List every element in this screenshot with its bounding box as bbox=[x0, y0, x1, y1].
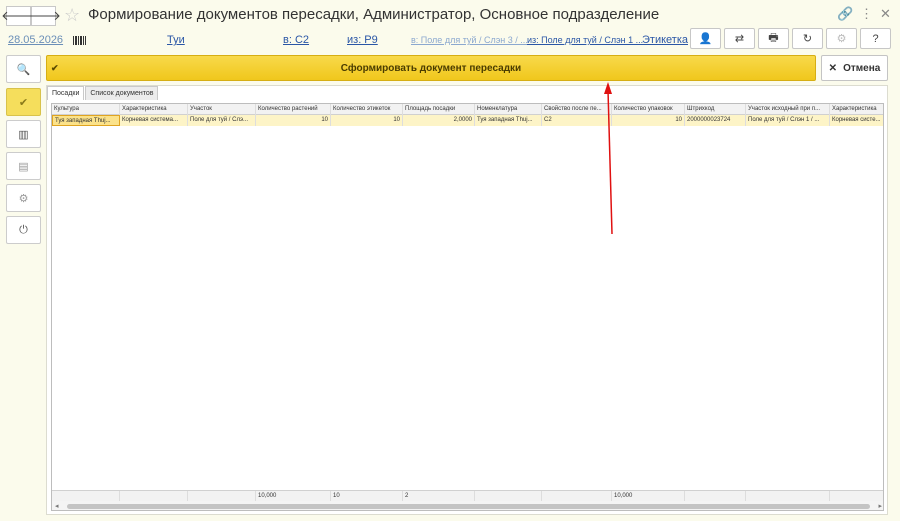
table-cell[interactable]: 10 bbox=[612, 115, 685, 126]
close-icon: ✕ bbox=[828, 62, 838, 74]
create-transplant-document-button[interactable]: ✔ Сформировать документ пересадки bbox=[46, 55, 816, 81]
confirm-button[interactable]: ✔ bbox=[6, 88, 41, 116]
table-cell[interactable]: 2,0000 bbox=[403, 115, 475, 126]
column-header[interactable]: Культура bbox=[52, 104, 120, 115]
options-button[interactable]: ⚙ bbox=[6, 184, 41, 212]
print-button[interactable]: 🖶 bbox=[758, 28, 789, 49]
table-cell[interactable]: Туя западная Thuj... bbox=[52, 115, 120, 126]
help-button[interactable]: ? bbox=[860, 28, 891, 49]
forward-button[interactable]: 🡒 bbox=[26, 6, 61, 26]
column-header[interactable]: Характеристика bbox=[120, 104, 188, 115]
horizontal-scrollbar[interactable]: ◂ ▸ bbox=[52, 501, 883, 510]
column-header[interactable]: Участок bbox=[188, 104, 256, 115]
navigation-buttons: 🡐 🡒 bbox=[1, 6, 61, 26]
help-icon: ? bbox=[872, 32, 879, 45]
scroll-right-icon[interactable]: ▸ bbox=[878, 502, 882, 510]
from-place-link[interactable]: из: Поле для туй / Слэн 1 ... bbox=[527, 35, 643, 45]
document-icon: ▤ bbox=[18, 160, 29, 173]
from-property-link[interactable]: из: Р9 bbox=[347, 34, 378, 46]
date-link[interactable]: 28.05.2026 bbox=[8, 34, 63, 46]
checkmark-icon: ✔ bbox=[51, 63, 59, 73]
transfer-button[interactable]: ⇄ bbox=[724, 28, 755, 49]
table-cell[interactable]: 10 bbox=[331, 115, 403, 126]
table-cell[interactable]: Поле для туй / Слэ... bbox=[188, 115, 256, 126]
label-link[interactable]: Этикетка bbox=[642, 34, 688, 46]
power-icon: ⏻ bbox=[19, 223, 28, 236]
column-header[interactable]: Количество растений bbox=[256, 104, 331, 115]
settings-icon: ⚙ bbox=[18, 192, 29, 205]
culture-link[interactable]: Туи bbox=[167, 34, 185, 46]
scrollbar-thumb[interactable] bbox=[67, 504, 870, 509]
user-button[interactable]: 👤 bbox=[690, 28, 721, 49]
close-icon[interactable]: ✕ bbox=[880, 6, 891, 22]
refresh-icon: ↻ bbox=[802, 33, 813, 45]
column-header[interactable]: Количество упаковок bbox=[612, 104, 685, 115]
column-header[interactable]: Характеристика bbox=[830, 104, 883, 115]
cancel-button[interactable]: ✕ Отмена bbox=[821, 55, 888, 81]
to-property-link[interactable]: в: С2 bbox=[283, 34, 309, 46]
search-button[interactable]: 🔍 bbox=[6, 55, 41, 83]
table-cell[interactable]: Туя западная Thuj... bbox=[475, 115, 542, 126]
cancel-button-label: Отмена bbox=[843, 62, 881, 74]
barcode-button[interactable]: ▥ bbox=[6, 120, 41, 148]
tab-plantings[interactable]: Посадки bbox=[47, 86, 85, 100]
table-totals-row: 10,000 10 2 10,000 bbox=[52, 490, 883, 502]
settings-button[interactable]: ⚙ bbox=[826, 28, 857, 49]
column-header[interactable]: Номенклатура bbox=[475, 104, 542, 115]
user-icon: 👤 bbox=[698, 33, 713, 45]
column-header[interactable]: Участок исходный при п... bbox=[746, 104, 830, 115]
table-cell[interactable]: 10 bbox=[256, 115, 331, 126]
favorite-star-icon[interactable]: ☆ bbox=[64, 5, 80, 26]
table-cell[interactable]: Корневая система... bbox=[120, 115, 188, 126]
link-icon[interactable]: 🔗 bbox=[837, 6, 853, 22]
barcode-icon: ▥ bbox=[18, 128, 29, 141]
column-header[interactable]: Количество этикеток bbox=[331, 104, 403, 115]
arrow-right-icon: 🡒 bbox=[26, 8, 61, 23]
barcode-icon[interactable] bbox=[73, 36, 86, 45]
document-button[interactable]: ▤ bbox=[6, 152, 41, 180]
plantings-table: Культура Характеристика Участок Количест… bbox=[51, 103, 884, 511]
checkmark-icon: ✔ bbox=[18, 96, 29, 109]
left-toolbar: 🔍 ✔ ▥ ▤ ⚙ ⏻ bbox=[6, 55, 41, 248]
table-cell[interactable]: Поле для туй / Слэн 1 / ... bbox=[746, 115, 830, 126]
column-header[interactable]: Штрихкод bbox=[685, 104, 746, 115]
to-place-link[interactable]: в: Поле для туй / Слэн 3 / ... bbox=[411, 35, 528, 45]
window-title: Формирование документов пересадки, Админ… bbox=[88, 6, 660, 23]
content-panel: Посадки Список документов Культура Харак… bbox=[46, 85, 888, 515]
table-header: Культура Характеристика Участок Количест… bbox=[52, 104, 883, 115]
refresh-button[interactable]: ↻ bbox=[792, 28, 823, 49]
scroll-left-icon[interactable]: ◂ bbox=[55, 502, 59, 510]
power-button[interactable]: ⏻ bbox=[6, 216, 41, 244]
transfer-icon: ⇄ bbox=[734, 33, 745, 45]
create-button-label: Сформировать документ пересадки bbox=[340, 62, 522, 74]
column-header[interactable]: Площадь посадки bbox=[403, 104, 475, 115]
tab-bar: Посадки Список документов bbox=[47, 86, 159, 100]
tab-document-list[interactable]: Список документов bbox=[85, 86, 159, 100]
column-header[interactable]: Свойство после пе... bbox=[542, 104, 612, 115]
table-cell[interactable]: 2000000023724 bbox=[685, 115, 746, 126]
settings-icon: ⚙ bbox=[836, 33, 847, 45]
table-row[interactable]: Туя западная Thuj... Корневая система...… bbox=[52, 115, 883, 126]
table-cell[interactable]: Корневая систе... bbox=[830, 115, 883, 126]
more-menu-icon[interactable]: ⋮ bbox=[860, 6, 873, 22]
print-icon: 🖶 bbox=[768, 32, 779, 44]
table-cell[interactable]: С2 bbox=[542, 115, 612, 126]
search-icon: 🔍 bbox=[16, 63, 31, 76]
